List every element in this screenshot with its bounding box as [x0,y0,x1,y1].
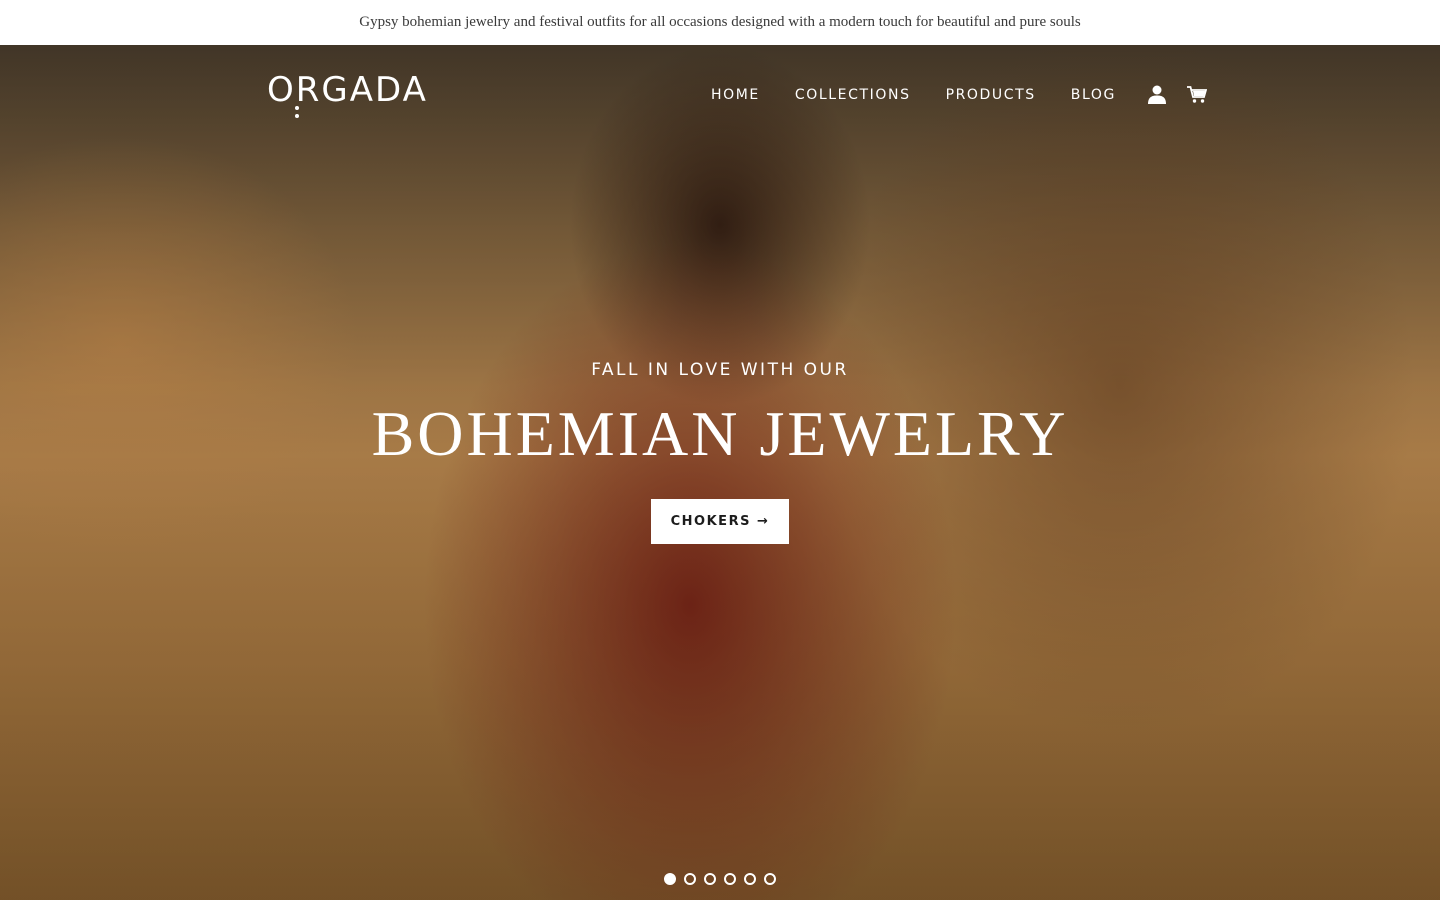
slide-dot-6[interactable] [764,873,776,885]
hero-slideshow [0,45,1440,900]
nav-products[interactable]: PRODUCTS [946,87,1036,103]
logo-dots-icon [295,106,300,120]
slide-dot-3[interactable] [704,873,716,885]
hero-kicker: FALL IN LOVE WITH OUR [591,360,849,380]
nav-collections[interactable]: COLLECTIONS [795,87,911,103]
slide-dot-5[interactable] [744,873,756,885]
announcement-text: Gypsy bohemian jewelry and festival outf… [359,14,1081,30]
slideshow-pagination [664,873,776,885]
hero-headline: BOHEMIAN JEWELRY [371,398,1069,469]
nav-blog[interactable]: BLOG [1071,87,1116,103]
slide-dot-2[interactable] [684,873,696,885]
slide-dot-4[interactable] [724,873,736,885]
chokers-button[interactable]: CHOKERS → [651,499,789,544]
cta-label: CHOKERS [670,514,751,529]
cart-icon[interactable] [1187,86,1207,104]
site-logo[interactable]: ORGADA [267,70,426,122]
announcement-bar: Gypsy bohemian jewelry and festival outf… [0,0,1440,45]
user-icon[interactable] [1147,84,1167,104]
nav-home[interactable]: HOME [711,87,760,103]
arrow-right-icon: → [756,514,770,529]
hero-image-overlay [0,45,1440,900]
slide-dot-1[interactable] [664,873,676,885]
logo-text: ORGADA [267,70,428,110]
main-nav: HOME COLLECTIONS PRODUCTS BLOG [711,87,1116,103]
